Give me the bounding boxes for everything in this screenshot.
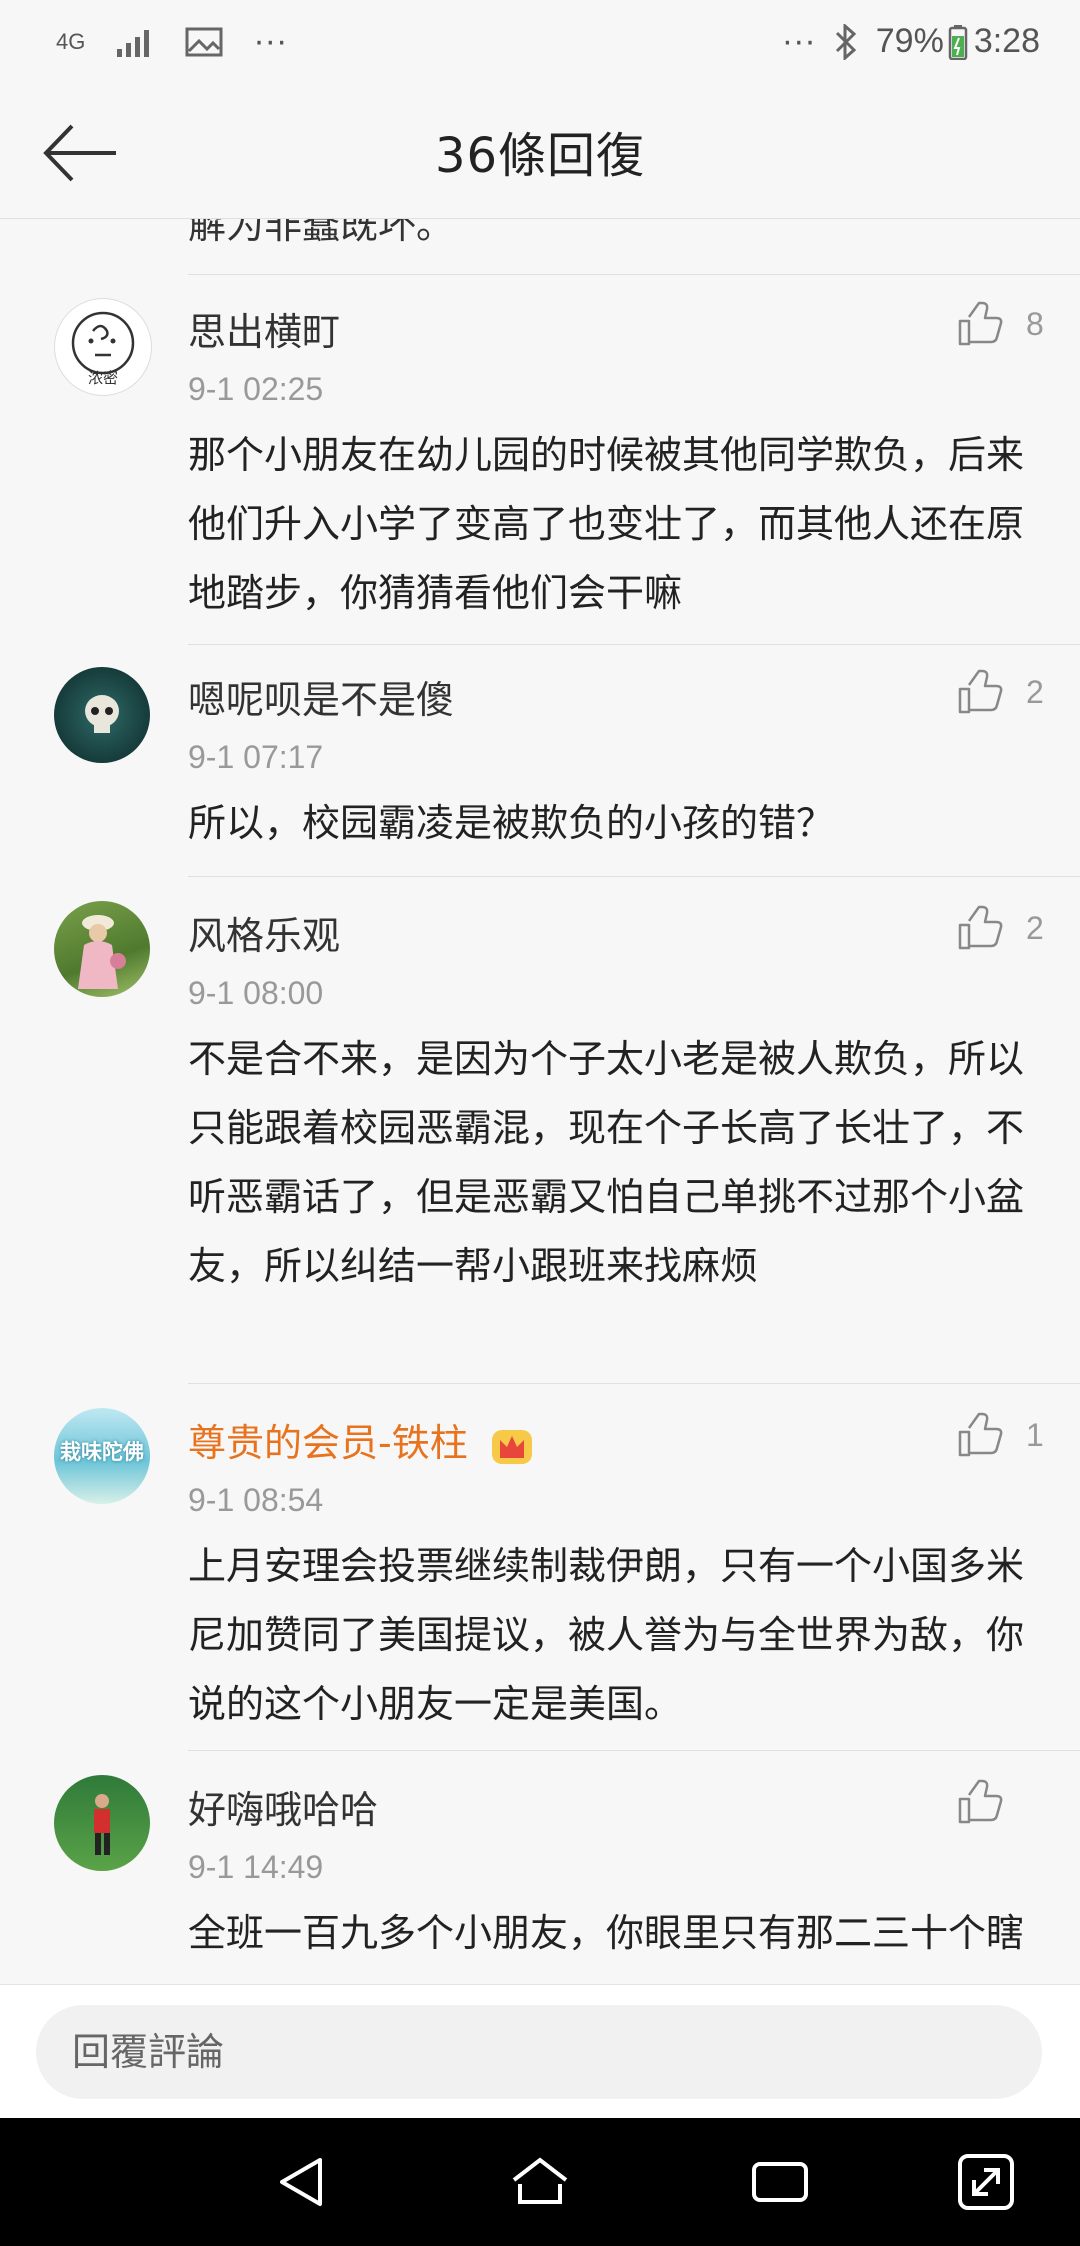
comment-text: 那个小朋友在幼儿园的时候被其他同学欺负，后来他们升入小学了变高了也变壮了，而其他… <box>188 433 1025 615</box>
comment-text: 上月安理会投票继续制裁伊朗，只有一个小国多米尼加赞同了美国提议，被人誉为与全世界… <box>188 1544 1025 1726</box>
like-count: 8 <box>1026 305 1044 342</box>
like-button[interactable] <box>956 1779 1046 1825</box>
like-count: 1 <box>1026 1416 1044 1453</box>
commenter-name[interactable]: 嗯呢呗是不是傻 <box>188 669 454 724</box>
image-icon <box>185 27 223 56</box>
thumbs-up-icon <box>958 1779 1003 1824</box>
comment-text: 所以，校园霸凌是被欺负的小孩的错？ <box>188 801 835 845</box>
divider <box>188 644 1080 645</box>
battery-icon <box>948 24 968 60</box>
person-photo-icon <box>78 915 126 989</box>
more-status-icon: ··· <box>781 22 816 60</box>
timestamp: 9-1 14:49 <box>188 1849 324 1885</box>
avatar[interactable] <box>54 667 150 763</box>
divider <box>188 274 1080 275</box>
like-button[interactable]: 8 <box>956 301 1046 347</box>
commenter-name[interactable]: 思出横町 <box>188 301 340 356</box>
avatar-caption: 浓密 <box>87 369 118 387</box>
timestamp: 9-1 08:00 <box>188 975 324 1011</box>
avatar[interactable]: 栽味陀佛 <box>54 1408 150 1504</box>
thumbs-up-icon <box>958 669 1003 714</box>
nav-home-icon[interactable] <box>508 2150 572 2214</box>
nav-back-icon[interactable] <box>270 2150 334 2214</box>
network-indicator: 4G <box>56 28 86 54</box>
skull-icon <box>85 695 119 733</box>
vip-name: 尊贵的会员-铁柱 <box>188 1421 468 1465</box>
clock: 3:28 <box>973 22 1040 60</box>
reply-bar: 回覆評論 <box>0 1984 1080 2119</box>
system-nav-bar <box>0 2118 1080 2246</box>
avatar[interactable] <box>54 901 150 997</box>
like-button[interactable]: 1 <box>956 1412 1046 1458</box>
battery-percent: 79% <box>875 22 944 60</box>
divider <box>188 876 1080 877</box>
avatar-caption: 栽味陀佛 <box>60 1440 144 1464</box>
reply-input[interactable]: 回覆評論 <box>36 2005 1042 2099</box>
comment-list[interactable]: 解为非蠢既坏。 浓密 思出横町 8 9-1 02:25 那个小朋友在幼儿园的时候… <box>0 219 1080 1984</box>
more-notifications-icon: ··· <box>253 22 288 60</box>
like-count: 2 <box>1026 673 1044 710</box>
divider <box>188 1750 1080 1751</box>
signal-icon <box>117 29 150 57</box>
thumbs-up-icon <box>958 1412 1003 1457</box>
nav-recents-icon[interactable] <box>748 2150 812 2214</box>
thumbs-up-icon <box>958 905 1003 950</box>
like-button[interactable]: 2 <box>956 669 1046 715</box>
divider <box>188 1383 1080 1384</box>
timestamp: 9-1 07:17 <box>188 739 324 775</box>
timestamp: 9-1 02:25 <box>188 371 324 407</box>
timestamp: 9-1 08:54 <box>188 1482 324 1518</box>
top-bar: 36條回復 <box>0 90 1080 219</box>
soccer-player-icon <box>94 1794 110 1855</box>
status-bar: 4G ··· ··· 79% 3:28 <box>0 0 1080 90</box>
commenter-name[interactable]: 好嗨哦哈哈 <box>188 1779 378 1834</box>
like-button[interactable]: 2 <box>956 905 1046 951</box>
comment-text: 全班一百九多个小朋友，你眼里只有那二三十个瞎子吗 <box>188 1911 1025 1984</box>
avatar[interactable]: 浓密 <box>54 298 152 396</box>
thumbs-up-icon <box>958 301 1003 346</box>
avatar[interactable] <box>54 1775 150 1871</box>
comment-text: 不是合不来，是因为个子太小老是被人欺负，所以只能跟着校园恶霸混，现在个子长高了长… <box>188 1037 1025 1288</box>
like-count: 2 <box>1026 909 1044 946</box>
page-title: 36條回復 <box>434 128 646 184</box>
previous-comment-tail: 解为非蠢既坏。 <box>188 219 455 247</box>
nav-expand-icon[interactable] <box>954 2150 1018 2214</box>
bluetooth-icon <box>835 23 856 60</box>
vip-crown-icon <box>491 1429 532 1464</box>
commenter-name[interactable]: 风格乐观 <box>188 905 340 960</box>
commenter-name[interactable]: 尊贵的会员-铁柱 <box>188 1412 534 1467</box>
